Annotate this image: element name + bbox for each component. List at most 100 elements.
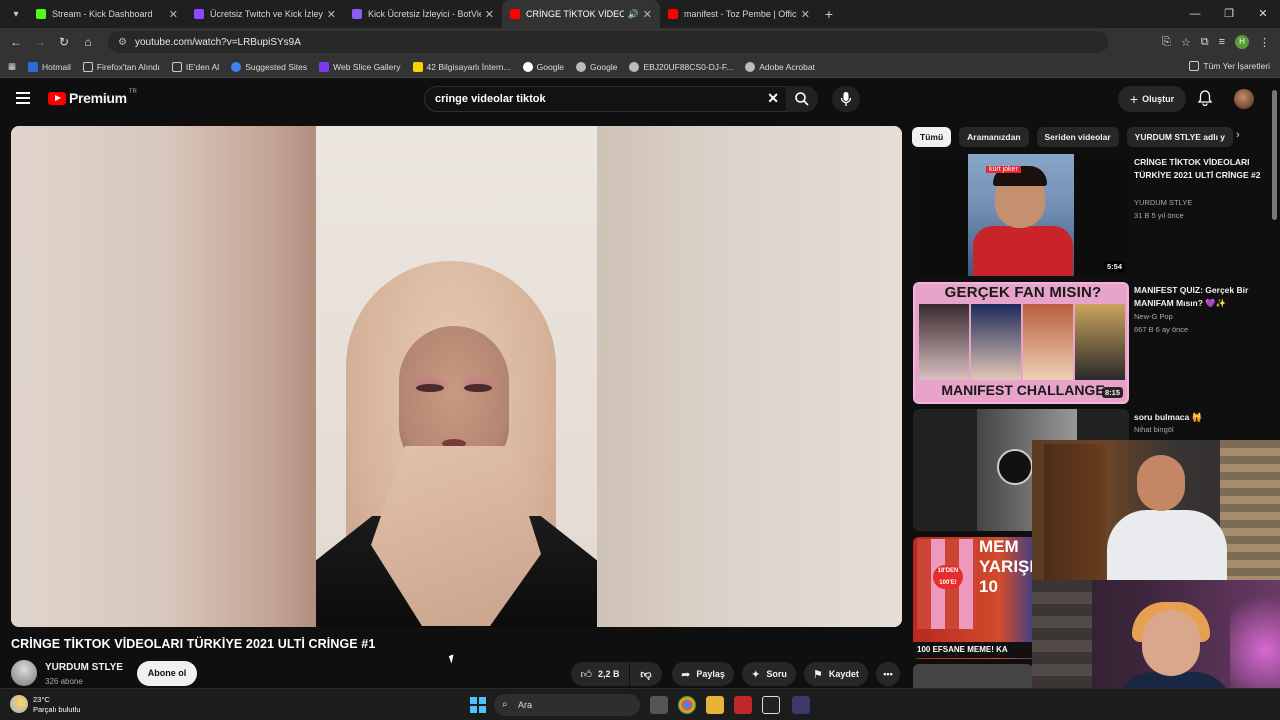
- close-tab-icon[interactable]: ✕: [643, 8, 652, 21]
- tab-manifest[interactable]: manifest - Toz Pembe | Official ✕: [660, 0, 818, 28]
- bookmark-hotmail[interactable]: Hotmail: [28, 61, 71, 72]
- tab-twitch-viewers[interactable]: Ücretsiz Twitch ve Kick İzleyicile ✕: [186, 0, 344, 28]
- browser-menu-icon[interactable]: ⋮: [1259, 36, 1270, 49]
- bookmark-adobe[interactable]: Adobe Acrobat: [745, 61, 815, 72]
- tab-search-menu-icon[interactable]: ▾: [4, 4, 28, 24]
- windows-taskbar: 23°C Parçalı bulutlu ⌕ Ara: [0, 688, 1280, 720]
- ndi-icon[interactable]: [762, 696, 780, 714]
- notifications-button[interactable]: [1197, 90, 1213, 111]
- recommendation-channel[interactable]: Nihat bingöl: [1134, 425, 1174, 434]
- extensions-icon[interactable]: ⧉: [1201, 36, 1209, 49]
- like-button[interactable]: 👍︎ 2,2 B: [571, 662, 629, 686]
- weather-widget[interactable]: 23°C Parçalı bulutlu: [10, 695, 81, 715]
- create-button[interactable]: + Oluştur: [1118, 86, 1186, 112]
- close-tab-icon[interactable]: ✕: [169, 8, 178, 21]
- reading-list-icon[interactable]: ≡: [1219, 36, 1225, 48]
- ask-button[interactable]: ✦ Soru: [742, 662, 796, 686]
- channel-avatar[interactable]: [11, 660, 37, 686]
- search-input[interactable]: cringe videolar tiktok ✕: [424, 86, 790, 112]
- save-button[interactable]: ⚑ Kaydet: [804, 662, 868, 686]
- home-icon[interactable]: ⌂: [76, 35, 100, 49]
- bookmark-suggested-sites[interactable]: Suggested Sites: [231, 61, 307, 72]
- page-scrollbar[interactable]: [1272, 90, 1277, 220]
- close-tab-icon[interactable]: ✕: [485, 8, 494, 21]
- bookmark-google-2[interactable]: Google: [576, 61, 617, 72]
- youtube-premium-logo[interactable]: Premium TR: [48, 89, 137, 106]
- menu-icon[interactable]: [16, 92, 30, 104]
- all-bookmarks[interactable]: Tüm Yer İşaretleri: [1189, 61, 1270, 71]
- window-controls: — ❐ ✕: [1178, 0, 1280, 28]
- clear-search-icon[interactable]: ✕: [767, 90, 779, 107]
- dislike-button[interactable]: 👎︎: [630, 662, 662, 686]
- recommendation-item[interactable]: kürt joker 5:54 CRİNGE TİKTOK VİDEOLARI …: [913, 154, 1273, 276]
- task-view-icon[interactable]: [650, 696, 668, 714]
- tab-botviewer[interactable]: Kick Ücretsiz İzleyici - BotViewe ✕: [344, 0, 502, 28]
- search-button[interactable]: [786, 86, 818, 112]
- reload-icon[interactable]: ↻: [52, 35, 76, 49]
- like-count: 2,2 B: [597, 669, 620, 679]
- bookmark-web-slice[interactable]: Web Slice Gallery: [319, 61, 401, 72]
- share-button[interactable]: ➦ Paylaş: [672, 662, 734, 686]
- more-actions-button[interactable]: •••: [876, 662, 900, 686]
- video-thumbnail-partial[interactable]: [913, 664, 1033, 688]
- tab-youtube-cringe[interactable]: CRİNGE TİKTOK VİDEOLARI 🔊 ✕: [502, 0, 660, 28]
- back-icon[interactable]: ←: [4, 35, 28, 49]
- bookmark-label: IE'den Al: [185, 61, 220, 72]
- video-thumbnail[interactable]: GERÇEK FAN MISIN? MANIFEST CHALLANGE 8:1…: [913, 282, 1129, 404]
- youtube-header: Premium TR cringe videolar tiktok ✕ + Olu…: [0, 80, 1280, 120]
- recommendation-item[interactable]: GERÇEK FAN MISIN? MANIFEST CHALLANGE 8:1…: [913, 282, 1273, 404]
- file-explorer-icon[interactable]: [706, 696, 724, 714]
- taskbar-search[interactable]: ⌕ Ara: [494, 694, 640, 716]
- bookmark-folder-firefox[interactable]: Firefox'tan Alındı: [82, 61, 160, 72]
- bookmark-ebj[interactable]: EBJ20UF88CS0-DJ-F...: [629, 61, 733, 72]
- video-player[interactable]: [11, 126, 902, 627]
- recommendation-title[interactable]: soru bulmaca 🙀: [1134, 411, 1274, 424]
- obs-icon[interactable]: [792, 696, 810, 714]
- profile-avatar[interactable]: H: [1235, 35, 1249, 49]
- close-tab-icon[interactable]: ✕: [801, 8, 810, 21]
- chrome-icon[interactable]: [678, 696, 696, 714]
- tab-kick-dashboard[interactable]: Stream - Kick Dashboard ✕: [28, 0, 186, 28]
- start-button[interactable]: [470, 697, 486, 713]
- site-info-icon[interactable]: ⚙: [118, 37, 127, 48]
- audio-playing-icon[interactable]: 🔊: [628, 9, 639, 20]
- recommendation-channel[interactable]: YURDUM STLYE: [1134, 198, 1192, 207]
- subscribe-button[interactable]: Abone ol: [137, 661, 197, 686]
- close-window-icon[interactable]: ✕: [1246, 0, 1280, 28]
- voice-search-button[interactable]: [832, 86, 860, 112]
- close-tab-icon[interactable]: ✕: [327, 8, 336, 21]
- chip-channel[interactable]: YURDUM STLYE adlı y: [1126, 127, 1234, 147]
- botviewer-favicon-icon: [352, 9, 362, 19]
- recommendation-channel[interactable]: New-G Pop: [1134, 312, 1173, 321]
- forward-icon[interactable]: →: [28, 35, 52, 49]
- save-label: Kaydet: [828, 669, 859, 679]
- recommendation-title[interactable]: MANIFEST QUIZ: Gerçek Bir MANIFAM Mısın?…: [1134, 284, 1274, 310]
- new-tab-button[interactable]: +: [818, 6, 840, 22]
- voicemeeter-icon[interactable]: [734, 696, 752, 714]
- recommendation-title[interactable]: CRİNGE TİKTOK VİDEOLARI TÜRKİYE 2021 ULT…: [1134, 156, 1274, 182]
- bookmark-42[interactable]: 42 Bilgisayarlı İntern...: [412, 61, 511, 72]
- account-avatar[interactable]: [1234, 89, 1254, 109]
- channel-name[interactable]: YURDUM STLYE: [45, 662, 123, 673]
- video-subject-eye: [464, 384, 492, 392]
- folder-icon: [82, 61, 93, 72]
- chip-series[interactable]: Seriden videolar: [1036, 127, 1119, 147]
- minimize-icon[interactable]: —: [1178, 0, 1212, 28]
- chip-from-search[interactable]: Aramanızdan: [959, 127, 1029, 147]
- bookmark-google-1[interactable]: Google: [522, 61, 564, 72]
- folder-icon: [1189, 61, 1200, 71]
- bookmark-star-icon[interactable]: ☆: [1181, 36, 1191, 49]
- chip-all[interactable]: Tümü: [912, 127, 952, 147]
- address-bar-row: ← → ↻ ⌂ ⚙ youtube.com/watch?v=LRBupiSYs9…: [0, 28, 1280, 56]
- install-app-icon[interactable]: ⎘: [1162, 36, 1171, 49]
- chevron-right-icon[interactable]: ›: [1236, 129, 1240, 141]
- apps-grid-icon[interactable]: ▦: [8, 61, 16, 72]
- video-thumbnail[interactable]: kürt joker 5:54: [913, 154, 1129, 276]
- temperature: 23°C: [33, 695, 50, 704]
- restore-icon[interactable]: ❐: [1212, 0, 1246, 28]
- url-input[interactable]: ⚙ youtube.com/watch?v=LRBupiSYs9A: [108, 31, 1108, 53]
- bookmark-folder-ie[interactable]: IE'den Al: [171, 61, 220, 72]
- related-filter-chips: Tümü Aramanızdan Seriden videolar YURDUM…: [912, 126, 1252, 148]
- tab-title: manifest - Toz Pembe | Official: [684, 9, 797, 19]
- thumb-footer: MANIFEST CHALLANGE: [941, 382, 1105, 398]
